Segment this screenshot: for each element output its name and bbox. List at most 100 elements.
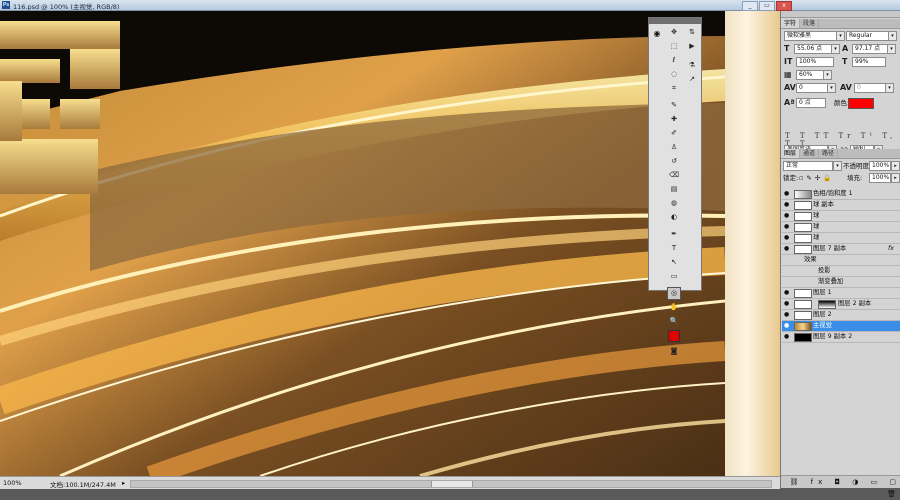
path-select-icon[interactable]: ↖ — [667, 256, 681, 269]
layer-row[interactable]: ● 图层 9 副本 2 — [782, 332, 900, 343]
actions-dock-icon[interactable]: ▶ — [685, 40, 699, 53]
layer-row[interactable]: ● 球 — [782, 233, 900, 244]
tracking-percent-field[interactable]: 60% — [796, 70, 824, 80]
blend-mode-select[interactable]: 正常 — [783, 161, 833, 171]
layer-row[interactable]: 渐变叠加 — [782, 277, 900, 288]
hand-icon[interactable]: ✋ — [667, 301, 681, 314]
canvas-overflow-area — [725, 11, 780, 476]
layer-row[interactable]: ● 色相/饱和度 1 — [782, 189, 900, 200]
clone-stamp-icon[interactable]: ♙ — [667, 141, 681, 154]
crop-icon[interactable]: ⌗ — [667, 82, 681, 95]
navigator-dock-icon[interactable]: ↗ — [685, 73, 699, 86]
layer-mask-thumbnail[interactable] — [818, 300, 836, 309]
pen-icon[interactable]: ✒ — [667, 228, 681, 241]
quick-mask-icon[interactable]: ◙ — [667, 345, 681, 358]
layer-actions-bar[interactable]: ⛓ fx ◘ ◑ ▭ ▢ 🗑 — [781, 475, 900, 498]
layer-row[interactable]: ● 球 — [782, 222, 900, 233]
vertical-scale-field[interactable]: 100% — [796, 57, 834, 67]
visibility-eye-icon[interactable]: ● — [784, 233, 789, 243]
zoom-level[interactable]: 100% — [3, 479, 22, 487]
3d-rotate-icon[interactable]: ◎ — [667, 287, 681, 300]
layer-row[interactable]: 投影 — [782, 266, 900, 277]
fill-field[interactable]: 100% — [869, 173, 891, 183]
chevron-right-icon[interactable]: ▸ — [891, 173, 900, 183]
status-menu-arrow-icon[interactable]: ▸ — [122, 479, 125, 487]
tracking-field[interactable]: 0 — [854, 83, 886, 93]
marquee-icon[interactable]: ⬚ — [667, 40, 681, 53]
font-family-select[interactable]: 微软雅黑 — [784, 31, 838, 41]
visibility-eye-icon[interactable]: ● — [784, 299, 789, 309]
kerning-icon: AV — [784, 83, 796, 92]
chevron-down-icon[interactable]: ▾ — [823, 70, 832, 80]
chevron-down-icon[interactable]: ▾ — [887, 44, 896, 54]
layer-thumbnail — [794, 322, 812, 331]
tab-layers[interactable]: 图层 — [781, 149, 801, 158]
lasso-icon[interactable]: ℓ — [667, 54, 681, 67]
chevron-down-icon[interactable]: ▾ — [888, 31, 897, 41]
panel-grip[interactable] — [649, 18, 701, 24]
text-color-swatch[interactable] — [848, 98, 874, 109]
close-button[interactable]: x — [776, 1, 792, 11]
lock-icons[interactable]: ▫✎✢🔒 — [799, 173, 834, 183]
restore-button[interactable]: ▭ — [759, 1, 775, 11]
layer-row[interactable]: ● 球 — [782, 211, 900, 222]
tab-paths[interactable]: 路径 — [819, 149, 839, 158]
history-dock-icon[interactable]: ⇅ — [685, 26, 699, 39]
minimize-button[interactable]: _ — [742, 1, 758, 11]
eraser-icon[interactable]: ⌫ — [667, 169, 681, 182]
font-style-select[interactable]: Regular — [846, 31, 890, 41]
visibility-eye-icon[interactable]: ● — [784, 211, 789, 221]
chevron-down-icon[interactable]: ▾ — [831, 44, 840, 54]
kerning-field[interactable]: 0 — [796, 83, 828, 93]
chevron-down-icon[interactable]: ▾ — [833, 161, 842, 171]
visibility-eye-icon[interactable]: ● — [784, 310, 789, 320]
horizontal-scale-field[interactable]: 99% — [852, 57, 886, 67]
chevron-right-icon[interactable]: ▸ — [891, 161, 900, 171]
visibility-eye-icon[interactable]: ● — [784, 244, 789, 254]
layer-row[interactable]: ● 图层 2 副本 — [782, 299, 900, 310]
visibility-eye-icon[interactable]: ● — [784, 222, 789, 232]
gradient-icon[interactable]: ▤ — [667, 183, 681, 196]
eyedropper-icon[interactable]: ✎ — [667, 99, 681, 112]
right-panel-dock: 字符 段落 微软雅黑 ▾ Regular ▾ T 55.06 点 ▾ A 97.… — [780, 11, 900, 498]
history-brush-icon[interactable]: ↺ — [667, 155, 681, 168]
font-size-field[interactable]: 55.06 点 — [794, 44, 832, 54]
visibility-eye-icon[interactable]: ● — [784, 332, 789, 342]
layer-row[interactable]: 效果 — [782, 255, 900, 266]
tab-paragraph[interactable]: 段落 — [800, 19, 820, 28]
clone-source-dock-icon[interactable]: ⚗ — [685, 59, 699, 72]
shape-icon[interactable]: ▭ — [667, 270, 681, 283]
visibility-eye-icon[interactable]: ● — [784, 321, 789, 331]
blur-icon[interactable]: ◍ — [667, 197, 681, 210]
zoom-icon[interactable]: 🔍 — [667, 315, 681, 328]
document-canvas[interactable] — [0, 11, 725, 476]
foreground-color-swatch[interactable] — [668, 330, 680, 342]
fx-icon[interactable]: fx — [888, 244, 894, 254]
tab-character[interactable]: 字符 — [781, 19, 801, 28]
chevron-down-icon[interactable]: ▾ — [836, 31, 845, 41]
visibility-eye-icon[interactable]: ● — [784, 288, 789, 298]
baseline-shift-field[interactable]: 0 点 — [796, 98, 826, 108]
brush-icon[interactable]: ✐ — [667, 127, 681, 140]
move-icon[interactable]: ✥ — [667, 26, 681, 39]
chevron-down-icon[interactable]: ▾ — [827, 83, 836, 93]
horizontal-scrollbar[interactable] — [130, 480, 772, 488]
visibility-eye-icon[interactable]: ● — [784, 200, 789, 210]
visibility-eye-icon[interactable]: ● — [784, 189, 789, 199]
opacity-field[interactable]: 100% — [869, 161, 891, 171]
layer-thumbnail — [794, 289, 812, 298]
healing-brush-icon[interactable]: ✚ — [667, 113, 681, 126]
layer-row[interactable]: ● 图层 1 — [782, 288, 900, 299]
layer-row[interactable]: ● 球 副本 — [782, 200, 900, 211]
layer-row[interactable]: ● 图层 2 — [782, 310, 900, 321]
chevron-down-icon[interactable]: ▾ — [885, 83, 894, 93]
layer-row[interactable]: ● 主视觉 — [782, 321, 900, 332]
tab-channels[interactable]: 通道 — [800, 149, 820, 158]
dodge-icon[interactable]: ◐ — [667, 211, 681, 224]
type-icon[interactable]: T — [667, 242, 681, 255]
brush-preset-icon[interactable]: ◉ — [651, 28, 663, 40]
leading-field[interactable]: 97.17 点 — [852, 44, 888, 54]
scrollbar-thumb[interactable] — [431, 481, 473, 487]
layer-row[interactable]: ● 图层 7 副本 fx — [782, 244, 900, 255]
quick-select-icon[interactable]: ◌ — [667, 68, 681, 81]
